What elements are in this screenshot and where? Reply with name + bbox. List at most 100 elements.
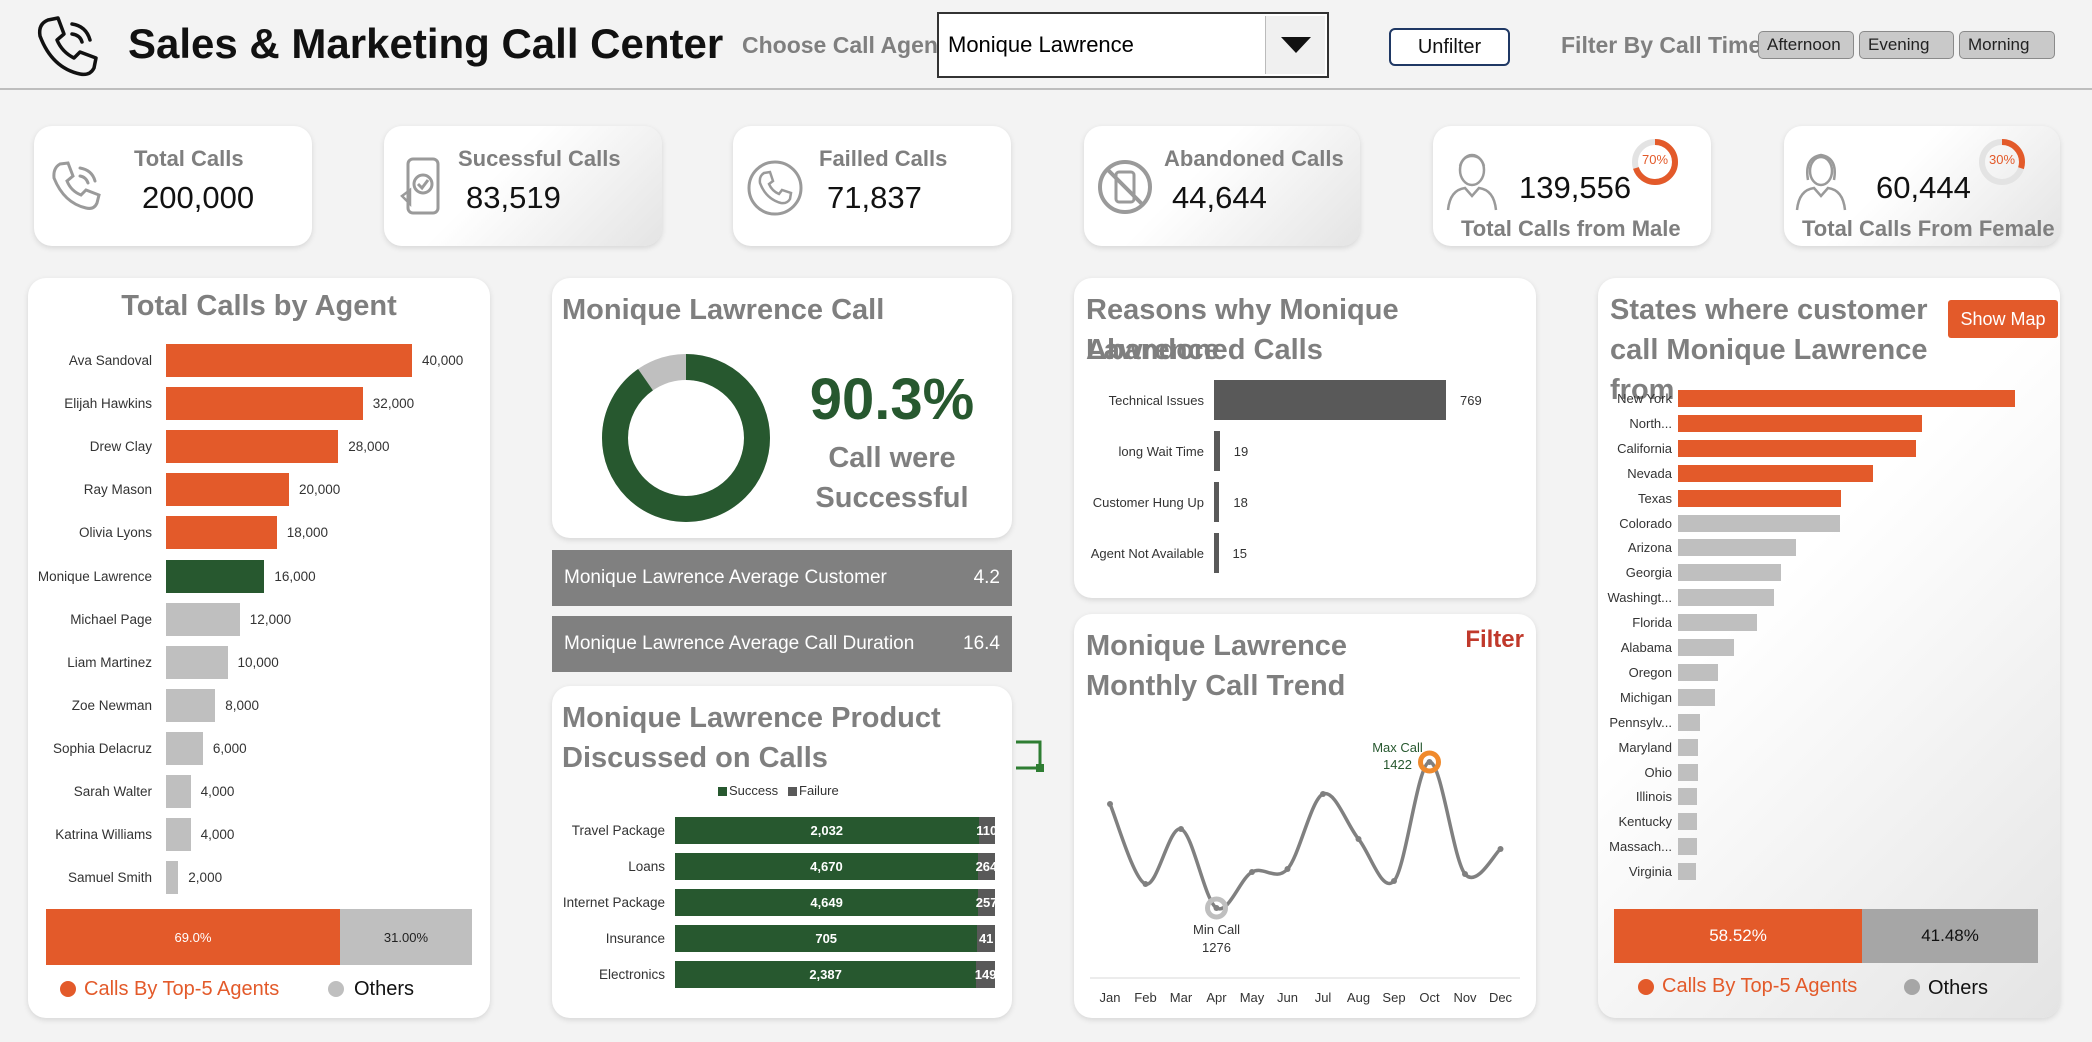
agent-bar-value: 2,000 (188, 870, 223, 886)
legend-others-label: Others (354, 978, 415, 1000)
state-bar-label: Pennsylv... (1609, 714, 1672, 730)
state-bar (1678, 813, 1697, 831)
product-bar-success: 4,670 (675, 853, 978, 880)
avg-customer-label: Monique Lawrence Average Customer (564, 567, 887, 588)
avg-customer-value: 4.2 (973, 567, 1000, 588)
kpi-title: Total Calls From Female (1802, 216, 2055, 241)
product-bar-failure: 149 (975, 961, 996, 988)
kpi-title: Abandoned Calls (1164, 146, 1344, 171)
state-bar (1678, 464, 1874, 482)
kpi-value: 60,444 (1876, 170, 1971, 205)
reason-bar (1214, 380, 1446, 420)
state-bar (1678, 788, 1698, 806)
legend-others-label: Others (1928, 977, 1989, 999)
trend-x-tick-label: Oct (1419, 990, 1440, 1005)
kpi-value: 44,644 (1172, 180, 1267, 215)
state-bar (1678, 614, 1758, 632)
product-bar-success: 2,387 (675, 961, 977, 988)
state-bar-label: Georgia (1625, 565, 1672, 581)
agent-bar-label: Liam Martinez (67, 654, 152, 670)
agent-panel: Total Calls by Agent Ava Sandoval 40,000 E… (28, 278, 490, 1018)
agent-bar-label: Sophia Delacruz (52, 740, 152, 756)
agent-bar-value: 6,000 (212, 740, 247, 756)
state-bar-label: Nevada (1627, 465, 1672, 481)
agent-bar (166, 818, 191, 852)
agent-bar-value: 32,000 (372, 396, 415, 412)
kpi-value: 200,000 (142, 180, 255, 215)
kpi-title: Sucessful Calls (458, 146, 621, 171)
kpi-total-calls: Total Calls 200,000 (34, 126, 312, 246)
agent-bar (166, 387, 363, 421)
agent-bar-label: Zoe Newman (71, 697, 152, 713)
trend-x-tick-label: Jul (1314, 990, 1332, 1005)
agent-bar-value: 10,000 (237, 654, 279, 670)
reason-bar (1214, 431, 1220, 471)
trend-x-tick-label: Jan (1099, 990, 1121, 1005)
trend-x-tick-label: Sep (1382, 990, 1406, 1005)
states-panel: States where customer call Monique Lawre… (1598, 278, 2060, 1018)
success-donut-chart (602, 354, 770, 522)
agent-bar (166, 602, 240, 636)
mobile-check-icon (400, 157, 440, 215)
agent-bar (166, 516, 277, 550)
agent-bar (166, 645, 228, 679)
agent-bar-label: Katrina Williams (55, 827, 152, 843)
phone-circle-icon (747, 160, 803, 216)
state-bar-label: Texas (1638, 490, 1672, 506)
agent-bar (166, 344, 412, 377)
product-bar-label: Travel Package (571, 823, 665, 838)
product-panel: Monique Lawrence Product Discussed on Ca… (552, 686, 1012, 1018)
trend-x-tick-label: Dec (1488, 990, 1513, 1005)
avg-duration-bar: Monique Lawrence Average Call Duration 1… (552, 616, 1012, 672)
reason-bar-value: 18 (1233, 495, 1248, 510)
legend-top5-label: Calls By Top-5 Agents (84, 978, 280, 1000)
product-bar-failure: 264 (976, 853, 997, 880)
male-user-icon (1446, 153, 1498, 211)
agent-bar (166, 731, 203, 765)
reason-bar (1214, 533, 1219, 573)
product-bar-success: 705 (675, 925, 978, 952)
legend-dot-top5 (1638, 979, 1654, 995)
reason-bar-value: 769 (1460, 393, 1482, 408)
trend-x-tick-label: Nov (1453, 990, 1477, 1005)
state-bar-label: Washingt... (1607, 590, 1672, 606)
product-bar-label: Insurance (605, 931, 665, 946)
donut-slice-success (602, 354, 770, 522)
kpi-abandoned-calls: Abandoned Calls 44,644 (1084, 126, 1360, 246)
agent-split-top5: 69.0% (46, 909, 340, 965)
success-panel-title: Monique Lawrence Call (562, 294, 885, 326)
kpi-male-calls: 70% 139,556 Total Calls from Male (1433, 126, 1711, 246)
state-bar (1678, 713, 1700, 731)
trend-x-tick-label: Feb (1134, 990, 1157, 1005)
agent-select[interactable]: Monique Lawrence (937, 12, 1329, 78)
agent-bar-label: Drew Clay (89, 439, 152, 455)
agent-bar (166, 775, 191, 808)
state-bar-label: North... (1629, 415, 1672, 431)
product-bar-success: 2,032 (675, 817, 979, 844)
agent-bar-label: Sarah Walter (73, 784, 152, 799)
state-bar-label: Florida (1632, 615, 1672, 631)
legend-dot-top5 (60, 981, 76, 997)
agent-bar-value: 18,000 (286, 525, 328, 541)
state-bar (1678, 439, 1916, 457)
agent-select-dropdown-button[interactable] (1265, 16, 1325, 74)
agent-bar-value: 40,000 (422, 353, 464, 368)
state-bar-label: Massach... (1609, 839, 1672, 855)
trend-x-tick-label: Apr (1206, 990, 1227, 1005)
state-bar (1678, 564, 1781, 582)
state-bar (1678, 489, 1842, 507)
slicer-afternoon[interactable]: Afternoon (1758, 31, 1854, 59)
slicer-morning[interactable]: Morning (1959, 31, 2055, 59)
product-bar-label: Internet Package (562, 895, 665, 910)
unfilter-button[interactable]: Unfilter (1389, 28, 1510, 66)
slicer-evening[interactable]: Evening (1859, 31, 1954, 59)
agent-bar-value: 16,000 (274, 568, 316, 584)
state-split-top5: 58.52% (1614, 909, 1863, 963)
agent-bar (166, 559, 265, 593)
reason-bar-label: Agent Not Available (1090, 546, 1204, 561)
kpi-value: 139,556 (1519, 170, 1632, 205)
reason-bar-label: Technical Issues (1108, 393, 1204, 408)
kpi-failed-calls: Failled Calls 71,837 (733, 126, 1011, 246)
product-bar-failure: 41 (977, 925, 995, 952)
reasons-bar-chart: Technical Issues 769 long Wait Time 19 Custo… (1074, 278, 1536, 598)
